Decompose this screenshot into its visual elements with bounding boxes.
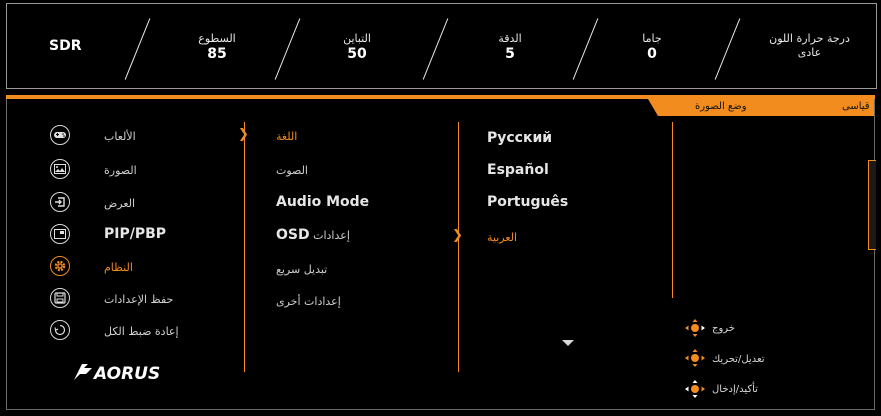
hint-exit: خروج <box>712 323 735 334</box>
save-icon <box>50 288 70 308</box>
hint-move: تعديل/تحريك <box>712 354 765 365</box>
submenu-item-audio[interactable]: الصوت <box>276 164 308 177</box>
language-option[interactable]: Русский <box>487 130 552 146</box>
submenu-item-audio-mode[interactable]: Audio Mode <box>276 194 369 210</box>
aorus-logo: AORUS <box>72 360 167 384</box>
reset-icon <box>50 320 70 340</box>
color-temp-stat: درجة حرارة اللون عادى <box>769 32 850 59</box>
submenu-item-language[interactable]: اللغة <box>276 130 297 143</box>
language-option[interactable]: Español <box>487 162 549 178</box>
status-bar: SDR السطوع 85 التباين 50 الدقة 5 جاما 0 … <box>6 3 877 89</box>
pip-icon <box>50 224 70 244</box>
menu-item-display[interactable]: العرض <box>104 197 135 210</box>
joystick-left-icon <box>684 318 706 338</box>
brand-text: AORUS <box>92 364 160 382</box>
column-divider <box>244 122 245 372</box>
divider <box>124 18 151 80</box>
display-input-icon <box>50 192 70 212</box>
contrast-stat: التباين 50 <box>343 32 371 62</box>
joystick-enter-icon <box>684 379 706 399</box>
gamma-stat: جاما 0 <box>642 32 662 62</box>
column-divider <box>458 122 459 372</box>
side-tab <box>868 160 876 250</box>
menu-item-reset-all[interactable]: إعادة ضبط الكل <box>104 325 179 338</box>
menu-item-picture[interactable]: الصورة <box>104 164 137 177</box>
language-option[interactable]: Português <box>487 194 568 210</box>
scroll-down-icon[interactable] <box>562 340 574 346</box>
chevron-right-icon: ❯ <box>452 228 463 243</box>
joystick-move-icon <box>684 348 706 368</box>
picture-icon <box>50 159 70 179</box>
divider <box>714 18 741 80</box>
brightness-stat: السطوع 85 <box>198 32 236 62</box>
divider <box>422 18 449 80</box>
gear-icon <box>50 256 70 276</box>
menu-item-pip-pbp[interactable]: PIP/PBP <box>104 226 166 242</box>
submenu-item-other-settings[interactable]: إعدادات أخرى <box>276 295 341 308</box>
gamepad-icon <box>50 125 70 145</box>
hdr-mode: SDR <box>49 38 82 54</box>
menu-item-system[interactable]: النظام <box>104 261 133 274</box>
menu-item-gaming[interactable]: الألعاب <box>104 130 136 143</box>
submenu-item-osd-settings[interactable]: OSD إعدادات <box>276 227 350 243</box>
divider <box>274 18 301 80</box>
submenu-item-quick-switch[interactable]: تبديل سريع <box>276 263 327 276</box>
sharpness-stat: الدقة 5 <box>498 32 522 62</box>
osd-bold-label: OSD <box>276 227 310 243</box>
chevron-right-icon: ❯ <box>238 127 249 142</box>
column-divider <box>672 122 673 298</box>
language-option-selected[interactable]: العربية <box>487 231 517 244</box>
menu-item-save-settings[interactable]: حفظ الإعدادات <box>104 293 173 306</box>
osd-label: إعدادات <box>313 229 350 242</box>
divider <box>572 18 599 80</box>
hint-enter: تأكيد/إدخال <box>712 384 758 395</box>
